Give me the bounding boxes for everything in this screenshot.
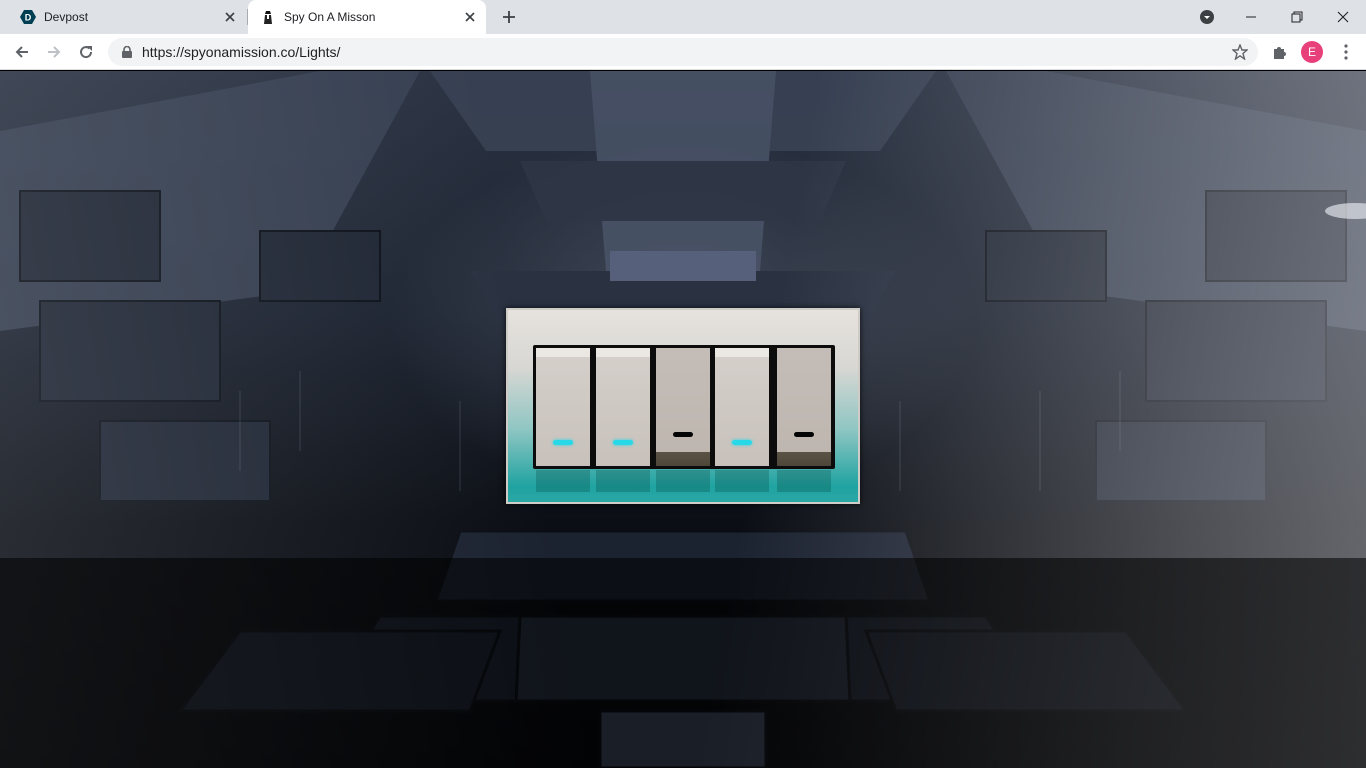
spy-figure-icon [260, 9, 276, 25]
close-tab-icon[interactable] [222, 9, 238, 25]
plus-icon [503, 11, 515, 23]
light-switch-1[interactable] [536, 348, 590, 466]
forward-button[interactable] [40, 38, 68, 66]
puzzle-piece-icon [1274, 47, 1286, 59]
switch-reflection [536, 470, 590, 492]
address-bar[interactable]: https://spyonamission.co/Lights/ [108, 38, 1258, 66]
arrow-left-icon [15, 46, 28, 58]
url-text[interactable]: https://spyonamission.co/Lights/ [142, 44, 1230, 60]
profile-avatar[interactable]: E [1301, 41, 1323, 63]
restore-button[interactable] [1274, 0, 1320, 34]
switch-reflection [656, 470, 710, 492]
switch-reflection [596, 470, 650, 492]
new-tab-button[interactable] [498, 6, 520, 28]
light-switch-3[interactable] [656, 348, 710, 466]
extensions-button[interactable] [1266, 38, 1294, 66]
reload-icon [80, 46, 93, 59]
light-switch-plate [506, 308, 860, 504]
kebab-menu-icon [1344, 44, 1348, 60]
tab-strip: D Devpost Spy On A Misson [0, 0, 1366, 34]
switch-indicator-light [553, 440, 573, 445]
switch-reflection [715, 470, 769, 492]
tab-devpost[interactable]: D Devpost [8, 0, 246, 34]
reload-button[interactable] [72, 38, 100, 66]
page-viewport [0, 71, 1366, 768]
minimize-icon [1246, 16, 1256, 18]
switch-indicator-light [732, 440, 752, 445]
tab-spy-on-a-mission[interactable]: Spy On A Misson [248, 0, 486, 34]
svg-text:D: D [25, 13, 32, 23]
floor-shadow [0, 558, 1366, 768]
back-button[interactable] [8, 38, 36, 66]
minimize-button[interactable] [1228, 0, 1274, 34]
close-window-button[interactable] [1320, 0, 1366, 34]
browser-menu-button[interactable] [1332, 38, 1360, 66]
restore-icon [1291, 11, 1303, 23]
light-switch-4[interactable] [715, 348, 769, 466]
tab-title: Spy On A Misson [284, 10, 376, 24]
tab-search-button[interactable] [1196, 6, 1218, 28]
close-icon [1337, 11, 1349, 23]
chevron-down-circle-icon [1200, 10, 1214, 24]
browser-toolbar: https://spyonamission.co/Lights/ E [0, 34, 1366, 70]
tab-title: Devpost [44, 10, 89, 24]
switch-panel [533, 345, 835, 469]
light-switch-5[interactable] [777, 348, 831, 466]
switch-reflection [777, 470, 831, 492]
switch-indicator-light [673, 432, 693, 437]
switch-indicator-light [794, 432, 814, 437]
devpost-logo-icon: D [20, 9, 36, 25]
arrow-right-icon [48, 46, 61, 58]
lock-icon [120, 45, 134, 59]
switch-indicator-light [613, 440, 633, 445]
close-tab-icon[interactable] [462, 9, 478, 25]
bookmark-star-icon[interactable] [1230, 42, 1250, 62]
light-switch-2[interactable] [596, 348, 650, 466]
